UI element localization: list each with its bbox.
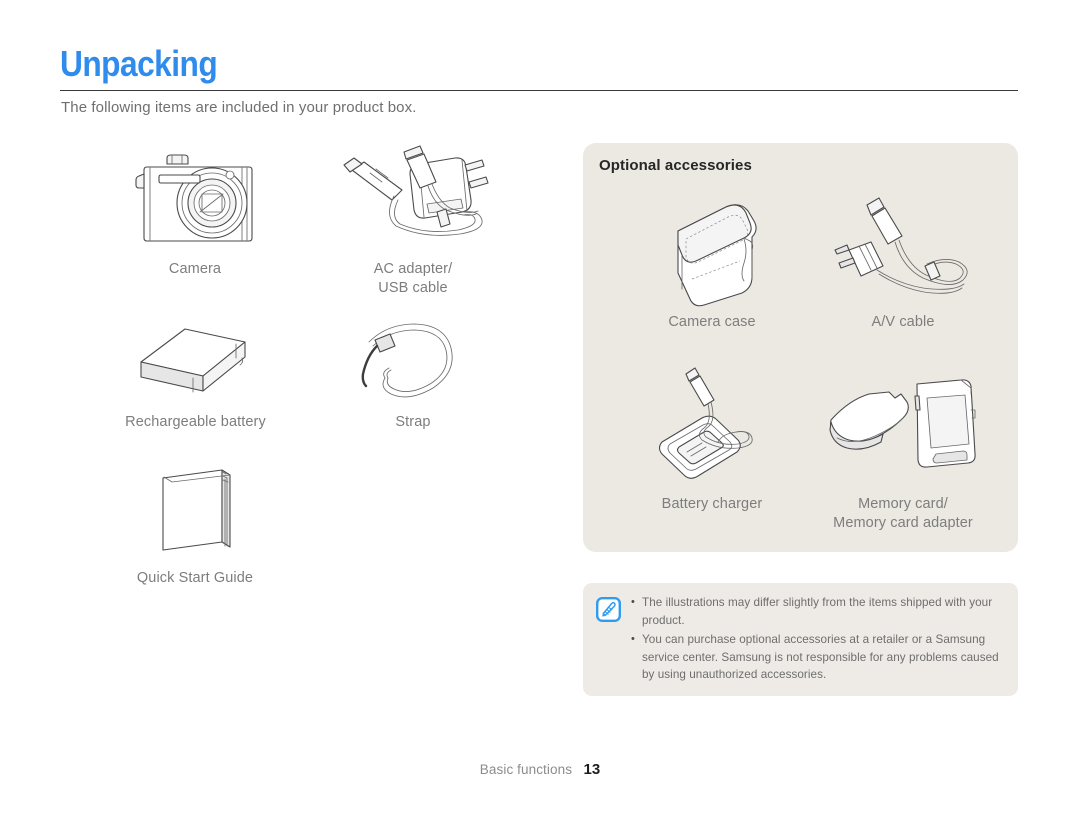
included-item-label: Camera (168, 261, 222, 277)
note-text: You can purchase optional accessories at… (642, 633, 999, 682)
optional-accessories-panel: Optional accessories Camera case A/V cab… (583, 143, 1018, 552)
included-item-label: Rechargeable battery (125, 414, 266, 430)
memory-card-icon (803, 365, 1003, 493)
note-panel: • The illustrations may differ slightly … (583, 583, 1018, 696)
note-text: The illustrations may differ slightly fr… (642, 596, 993, 627)
optional-item-memory-card: Memory card/ Memory card adapter (803, 365, 1003, 532)
rechargeable-battery-icon (88, 313, 303, 409)
optional-item-camera-case: Camera case (607, 191, 817, 332)
included-item-battery: Rechargeable battery (88, 313, 303, 432)
optional-item-label: Memory card/ Memory card adapter (833, 496, 973, 531)
optional-item-battery-charger: Battery charger (607, 365, 817, 514)
note-list-item: • You can purchase optional accessories … (631, 631, 1002, 684)
optional-item-label: Camera case (668, 314, 756, 330)
heading-divider (60, 90, 1018, 91)
optional-accessories-title: Optional accessories (599, 157, 752, 174)
note-list: • The illustrations may differ slightly … (631, 594, 1002, 686)
ac-adapter-usb-cable-icon (318, 138, 508, 256)
included-item-quick-start-guide: Quick Start Guide (100, 453, 290, 588)
included-item-label: Quick Start Guide (136, 570, 254, 586)
strap-icon (328, 313, 498, 409)
quick-start-guide-icon (100, 453, 290, 565)
optional-item-label: Battery charger (661, 496, 763, 512)
note-bullet: • (631, 596, 635, 608)
av-cable-icon (803, 191, 1003, 311)
footer-section-label: Basic functions (479, 762, 573, 777)
page-title: Unpacking (60, 43, 218, 84)
camera-case-icon (607, 191, 817, 311)
included-item-label: AC adapter/ USB cable (373, 261, 453, 296)
note-list-item: • The illustrations may differ slightly … (631, 594, 1002, 629)
included-item-ac-adapter: AC adapter/ USB cable (318, 138, 508, 297)
included-item-label: Strap (395, 414, 431, 430)
camera-icon (100, 138, 290, 256)
optional-item-label: A/V cable (871, 314, 935, 330)
included-item-strap: Strap (328, 313, 498, 432)
battery-charger-icon (607, 365, 817, 493)
included-item-camera: Camera (100, 138, 290, 279)
optional-item-av-cable: A/V cable (803, 191, 1003, 332)
footer-page-number: 13 (583, 761, 601, 778)
intro-text: The following items are included in your… (61, 99, 417, 116)
footer: Basic functions 13 (0, 761, 1080, 779)
note-pen-icon (596, 597, 622, 623)
note-bullet: • (631, 633, 635, 646)
